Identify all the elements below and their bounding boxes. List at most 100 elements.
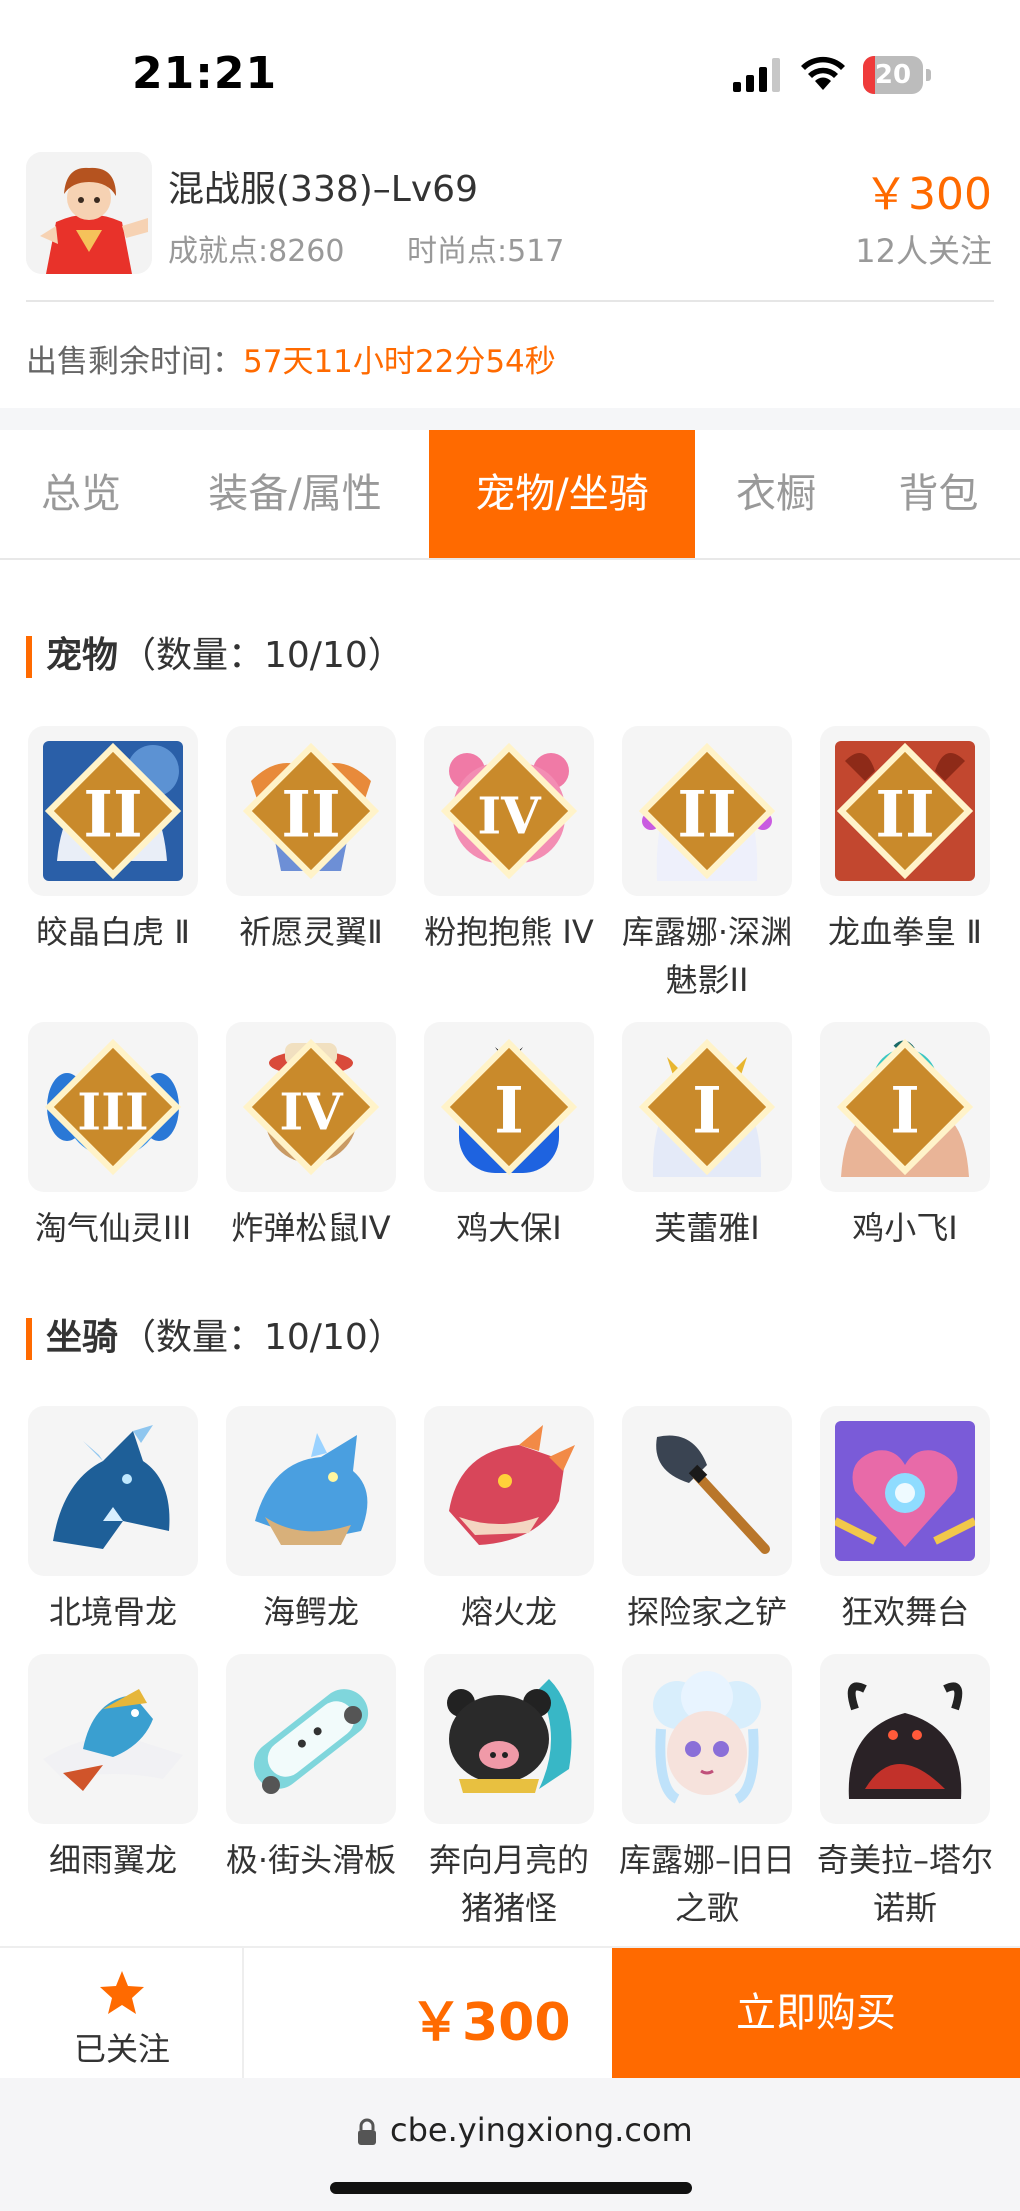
header-divider (26, 300, 994, 302)
fire-dragon-icon (424, 1406, 594, 1576)
achievement-points: 成就点:8260 (168, 234, 345, 269)
dragon-fist-king-icon: II (820, 726, 990, 896)
tier-badge-icon: III (44, 1038, 182, 1176)
mount-name: 极·街头滑板 (225, 1841, 397, 1879)
blue-puppy-icon: III (28, 1022, 198, 1192)
section-gap (0, 408, 1020, 430)
tier-badge-icon: II (44, 742, 182, 880)
tier-badge-icon: II (836, 742, 974, 880)
pets-title: 宠物 (46, 635, 119, 676)
pet-name: 淘气仙灵III (34, 1209, 192, 1247)
mount-name: 库露娜–旧日之歌 (618, 1841, 795, 1927)
phoenix-bird-icon: II (226, 726, 396, 896)
follow-label: 已关注 (73, 2030, 170, 2068)
svg-text:II: II (281, 777, 341, 852)
pink-bear-icon: IV (424, 726, 594, 896)
sea-croc-dragon-icon (226, 1406, 396, 1576)
moon-pig-icon (424, 1654, 594, 1824)
status-bar: 21:21 20 (0, 0, 1020, 150)
mount-name: 细雨翼龙 (48, 1841, 177, 1879)
tab-wardrobe[interactable]: 衣橱 (695, 430, 857, 558)
freya-girl-icon: I (622, 1022, 792, 1192)
svg-text:II: II (83, 777, 143, 852)
pets-count: （数量：10/10） (120, 635, 404, 676)
cellular-signal-icon (733, 58, 780, 92)
mount-name: 探险家之铲 (626, 1593, 787, 1631)
home-indicator (330, 2182, 692, 2194)
pet-name: 芙蕾雅I (654, 1209, 760, 1247)
pet-name: 炸弹松鼠IV (231, 1209, 391, 1247)
account-price: ￥300 (864, 169, 992, 220)
tab-pets-mounts[interactable]: 宠物/坐骑 (429, 430, 695, 558)
pet-name: 库露娜·深渊魅影II (621, 913, 793, 999)
pet-name: 龙血拳皇 Ⅱ (828, 913, 982, 951)
fashion-points: 时尚点:517 (407, 234, 565, 269)
svg-text:IV: IV (279, 1082, 344, 1142)
mounts-count: （数量：10/10） (120, 1317, 404, 1358)
blue-chicken-sunglasses-icon: I (424, 1022, 594, 1192)
tier-badge-icon: II (242, 742, 380, 880)
pet-name: 粉抱抱熊 IV (424, 913, 594, 951)
teal-chick-muscle-icon: I (820, 1022, 990, 1192)
follower-count: 12人关注 (855, 232, 992, 270)
mount-name: 熔火龙 (460, 1593, 557, 1631)
mount-name: 海鳄龙 (262, 1593, 359, 1631)
pet-name: 鸡大保I (456, 1209, 562, 1247)
pet-name: 皎晶白虎 Ⅱ (36, 913, 190, 951)
character-avatar[interactable] (26, 152, 152, 274)
remaining-time-label: 出售剩余时间： (26, 344, 243, 380)
kuluna-song-icon (622, 1654, 792, 1824)
tier-badge-icon: I (836, 1038, 974, 1176)
white-tiger-icon: II (28, 726, 198, 896)
mount-name: 狂欢舞台 (840, 1593, 969, 1631)
bottom-action-bar: 已关注 ￥300 立即购买 (0, 1946, 1020, 2078)
mount-name: 奇美拉–塔尔诺斯 (816, 1841, 993, 1927)
svg-text:I: I (692, 1073, 722, 1148)
tab-equipment[interactable]: 装备/属性 (162, 430, 428, 558)
account-title: 混战服(338)–Lv69 (168, 169, 478, 210)
status-time: 21:21 (132, 48, 278, 99)
fighter-boy-icon (26, 152, 152, 274)
remaining-time: 出售剩余时间：57天11小时22分54秒 (26, 336, 556, 381)
lock-icon (358, 2118, 376, 2145)
tab-overview[interactable]: 总览 (0, 430, 162, 558)
shovel-icon (622, 1406, 792, 1576)
rain-pterodactyl-icon (28, 1654, 198, 1824)
kuluna-girl-icon: II (622, 726, 792, 896)
mount-name: 奔向月亮的猪猪怪 (428, 1841, 589, 1927)
skateboard-icon (226, 1654, 396, 1824)
pet-name: 祈愿灵翼Ⅱ (239, 913, 383, 951)
tier-badge-icon: IV (242, 1038, 380, 1176)
battery-level: 20 (874, 60, 912, 90)
url-text: cbe.yingxiong.com (390, 2111, 693, 2149)
bomb-squirrel-icon: IV (226, 1022, 396, 1192)
dance-stage-icon (820, 1406, 990, 1576)
battery-icon: 20 (863, 56, 931, 94)
tab-bar: 总览 装备/属性 宠物/坐骑 衣橱 背包 (0, 430, 1020, 560)
wifi-icon (801, 56, 845, 90)
bottom-price: ￥300 (410, 1993, 571, 2053)
svg-text:I: I (494, 1073, 524, 1148)
section-accent-bar (26, 636, 32, 678)
tier-badge-icon: II (638, 742, 776, 880)
svg-text:II: II (677, 777, 737, 852)
browser-url-bar[interactable]: cbe.yingxiong.com (0, 2078, 1020, 2211)
buy-now-button[interactable]: 立即购买 (612, 1948, 1020, 2078)
remaining-time-value: 57天11小时22分54秒 (243, 344, 556, 380)
chimera-icon (820, 1654, 990, 1824)
bone-dragon-icon (28, 1406, 198, 1576)
tier-badge-icon: IV (440, 742, 578, 880)
svg-text:IV: IV (477, 786, 542, 846)
svg-text:I: I (890, 1073, 920, 1148)
pet-name: 鸡小飞I (852, 1209, 958, 1247)
star-icon (100, 1971, 144, 2014)
mount-name: 北境骨龙 (48, 1593, 177, 1631)
tab-bag[interactable]: 背包 (857, 430, 1020, 558)
svg-text:II: II (875, 777, 935, 852)
mounts-title: 坐骑 (46, 1317, 119, 1358)
follow-button[interactable]: 已关注 (0, 1948, 244, 2078)
section-accent-bar (26, 1318, 32, 1360)
tier-badge-icon: I (440, 1038, 578, 1176)
tier-badge-icon: I (638, 1038, 776, 1176)
svg-text:III: III (77, 1082, 148, 1142)
